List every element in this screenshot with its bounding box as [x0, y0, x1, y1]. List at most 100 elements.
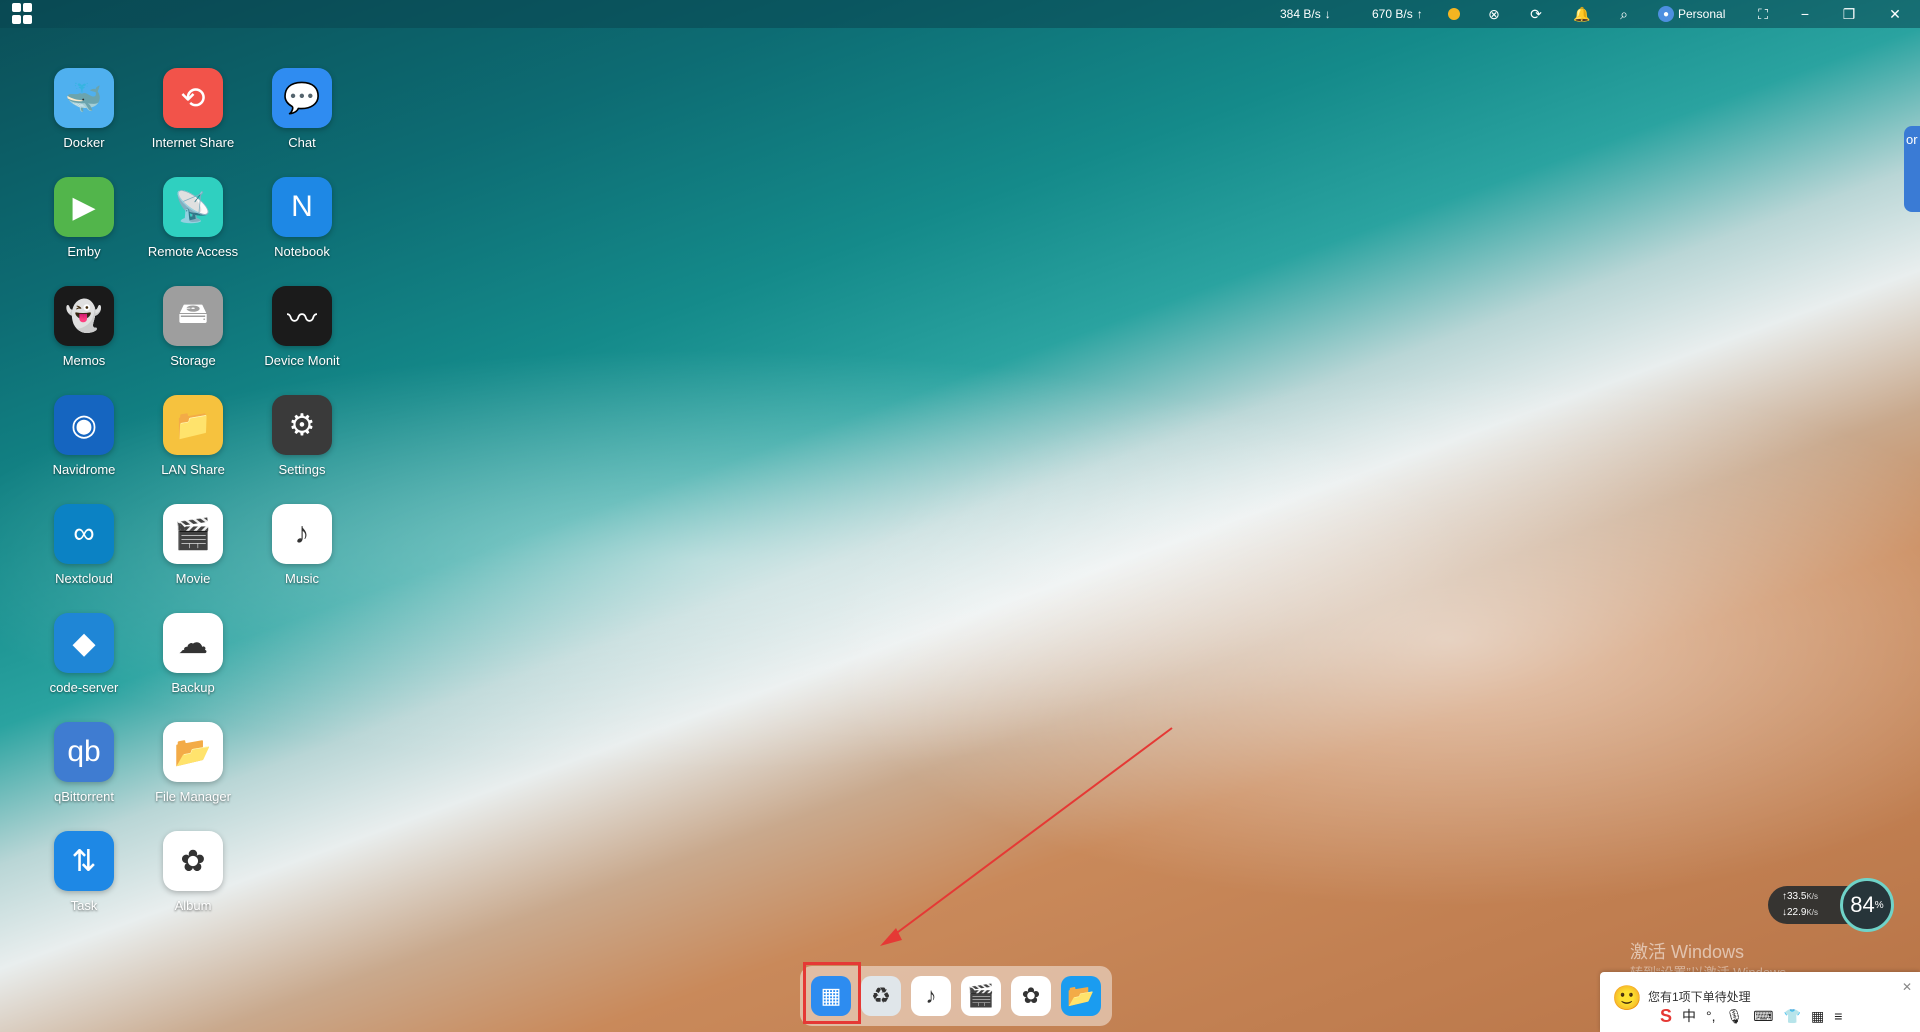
remote-antenna-icon: 📡	[163, 177, 223, 237]
user-menu[interactable]: ● Personal	[1658, 0, 1725, 28]
music-note-icon: ♪	[272, 504, 332, 564]
dock-music-button[interactable]: ♪	[911, 976, 951, 1016]
minimize-icon[interactable]: −	[1788, 0, 1822, 28]
activation-watermark-title: 激活 Windows	[1630, 942, 1745, 962]
gear-icon: ⚙	[272, 395, 332, 455]
app-label: LAN Share	[161, 462, 225, 477]
sync-icon[interactable]: ⟳	[1528, 0, 1544, 28]
bell-icon[interactable]: 🔔	[1573, 0, 1590, 28]
dock-recycle-button[interactable]: ♻	[861, 976, 901, 1016]
notebook-icon: N	[272, 177, 332, 237]
ime-language-toggle[interactable]: 中	[1682, 1006, 1696, 1026]
app-label: Nextcloud	[55, 571, 113, 586]
app-chat[interactable]: 💬 Chat	[248, 68, 356, 168]
app-remote-access[interactable]: 📡 Remote Access	[139, 177, 247, 277]
app-emby[interactable]: ▶ Emby	[30, 177, 138, 277]
folder-icon: 📂	[1067, 983, 1095, 1008]
ime-toolbar: 🙂 您有1项下单待处理 ✕ S 中 °, 🎙 ⌨ 👕 ▦ ≡	[1600, 972, 1920, 1032]
top-bar: 384 B/s ↓ 670 B/s ↑ ⊗ ⟳ 🔔 ⌕ ● Personal ⛶ −…	[0, 0, 1920, 28]
usage-percent-value: 84	[1850, 892, 1875, 917]
app-label: Music	[285, 571, 319, 586]
app-label: File Manager	[155, 789, 231, 804]
qbittorrent-icon: qb	[54, 722, 114, 782]
app-label: Movie	[175, 571, 211, 586]
device-monitor-icon: 〰	[272, 286, 332, 346]
microphone-icon[interactable]: 🎙	[1726, 1008, 1744, 1025]
toolbox-grid-icon[interactable]: ▦	[1811, 1008, 1824, 1025]
clapperboard-icon: 🎬	[967, 983, 995, 1008]
emby-play-icon: ▶	[54, 177, 114, 237]
dock-album-button[interactable]: ✿	[1011, 976, 1051, 1016]
app-label: Task	[70, 898, 98, 913]
dock-movie-button[interactable]: 🎬	[961, 976, 1001, 1016]
app-music[interactable]: ♪ Music	[248, 504, 356, 604]
smiley-icon[interactable]: 🙂	[1612, 984, 1642, 1013]
cloud-backup-icon: ☁	[163, 613, 223, 673]
arrow-up-icon: ↑	[1416, 7, 1423, 21]
app-album[interactable]: ✿ Album	[139, 831, 247, 931]
app-notebook[interactable]: N Notebook	[248, 177, 356, 277]
arrow-down-icon: ↓	[1324, 7, 1331, 21]
folder-network-icon: 📁	[163, 395, 223, 455]
upload-rate: ↑33.5K/s	[1782, 891, 1819, 902]
app-lan-share[interactable]: 📁 LAN Share	[139, 395, 247, 495]
search-icon[interactable]: ⌕	[1616, 0, 1632, 28]
app-label: Storage	[170, 353, 216, 368]
app-label: Memos	[62, 353, 106, 368]
app-movie[interactable]: 🎬 Movie	[139, 504, 247, 604]
usage-percent-unit: %	[1874, 899, 1884, 911]
app-launcher-grid-icon[interactable]	[12, 3, 34, 25]
app-label: qBittorrent	[54, 789, 114, 804]
app-device-monit[interactable]: 〰 Device Monit	[248, 286, 356, 386]
memos-ghost-icon: 👻	[54, 286, 114, 346]
download-speed: 384 B/s ↓	[1280, 0, 1331, 28]
side-panel-tab[interactable]: or	[1904, 126, 1920, 212]
chat-bubble-icon: 💬	[272, 68, 332, 128]
app-task[interactable]: ⇅ Task	[30, 831, 138, 931]
app-storage[interactable]: 🖴 Storage	[139, 286, 247, 386]
upload-speed-value: 670 B/s	[1372, 7, 1413, 21]
app-docker[interactable]: 🐳 Docker	[30, 68, 138, 168]
photos-flower-icon: ✿	[163, 831, 223, 891]
app-internet-share[interactable]: ⟲ Internet Share	[139, 68, 247, 168]
download-speed-value: 384 B/s	[1280, 7, 1321, 21]
download-rate: ↓22.9K/s	[1782, 907, 1819, 918]
restore-icon[interactable]: ❐	[1832, 0, 1866, 28]
skin-shirt-icon[interactable]: 👕	[1784, 1008, 1801, 1025]
sogou-logo-icon[interactable]: S	[1660, 1006, 1672, 1027]
recycle-bin-icon: ♻	[871, 983, 891, 1008]
highlight-box	[803, 962, 861, 1024]
sogou-menu-icon[interactable]: ≡	[1834, 1008, 1842, 1024]
app-settings[interactable]: ⚙ Settings	[248, 395, 356, 495]
status-dot[interactable]	[1448, 0, 1460, 28]
network-speed-widget[interactable]: ↑33.5K/s ↓22.9K/s 84%	[1768, 878, 1894, 932]
clapperboard-icon: 🎬	[163, 504, 223, 564]
folder-icon: 📂	[163, 722, 223, 782]
app-label: Album	[174, 898, 212, 913]
side-panel-label: or	[1906, 132, 1918, 147]
close-icon[interactable]: ✕	[1902, 980, 1912, 994]
network-icon[interactable]: ⊗	[1486, 0, 1502, 28]
close-icon[interactable]: ✕	[1878, 0, 1912, 28]
app-qbittorrent[interactable]: qb qBittorrent	[30, 722, 138, 822]
dock-files-button[interactable]: 📂	[1061, 976, 1101, 1016]
fullscreen-icon[interactable]: ⛶	[1746, 0, 1780, 28]
punctuation-icon[interactable]: °,	[1706, 1008, 1716, 1024]
app-memos[interactable]: 👻 Memos	[30, 286, 138, 386]
status-dot-icon	[1448, 8, 1460, 20]
app-label: Notebook	[274, 244, 330, 259]
vscode-icon: ◆	[54, 613, 114, 673]
ime-bar: S 中 °, 🎙 ⌨ 👕 ▦ ≡	[1660, 1002, 1920, 1030]
keyboard-icon[interactable]: ⌨	[1753, 1008, 1773, 1025]
app-backup[interactable]: ☁ Backup	[139, 613, 247, 713]
app-navidrome[interactable]: ◉ Navidrome	[30, 395, 138, 495]
app-code-server[interactable]: ◆ code-server	[30, 613, 138, 713]
app-file-manager[interactable]: 📂 File Manager	[139, 722, 247, 822]
app-label: Remote Access	[147, 244, 239, 259]
app-label: Internet Share	[151, 135, 235, 150]
photos-flower-icon: ✿	[1021, 983, 1041, 1008]
hard-drive-icon: 🖴	[163, 286, 223, 346]
user-name: Personal	[1678, 7, 1726, 21]
app-nextcloud[interactable]: ∞ Nextcloud	[30, 504, 138, 604]
music-note-icon: ♪	[925, 983, 937, 1008]
